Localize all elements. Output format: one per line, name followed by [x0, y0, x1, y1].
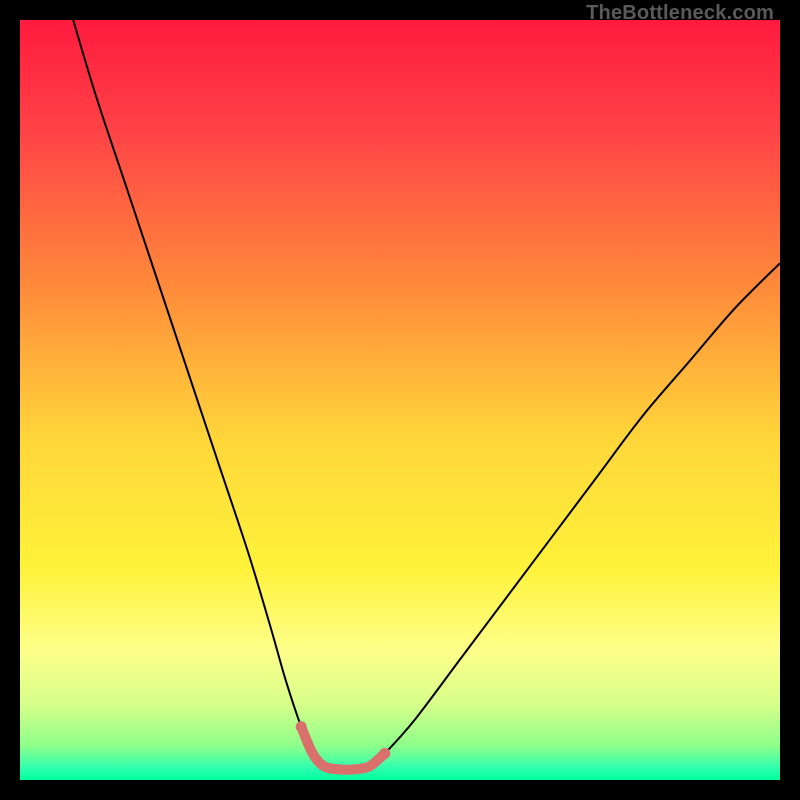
plot-area: [20, 20, 780, 780]
optimal-range-endpoint: [296, 721, 307, 732]
gradient-background: [20, 20, 780, 780]
watermark-text: TheBottleneck.com: [586, 2, 774, 25]
optimal-range-endpoint: [379, 748, 390, 759]
chart-frame: [20, 20, 780, 780]
chart-svg: [20, 20, 780, 780]
